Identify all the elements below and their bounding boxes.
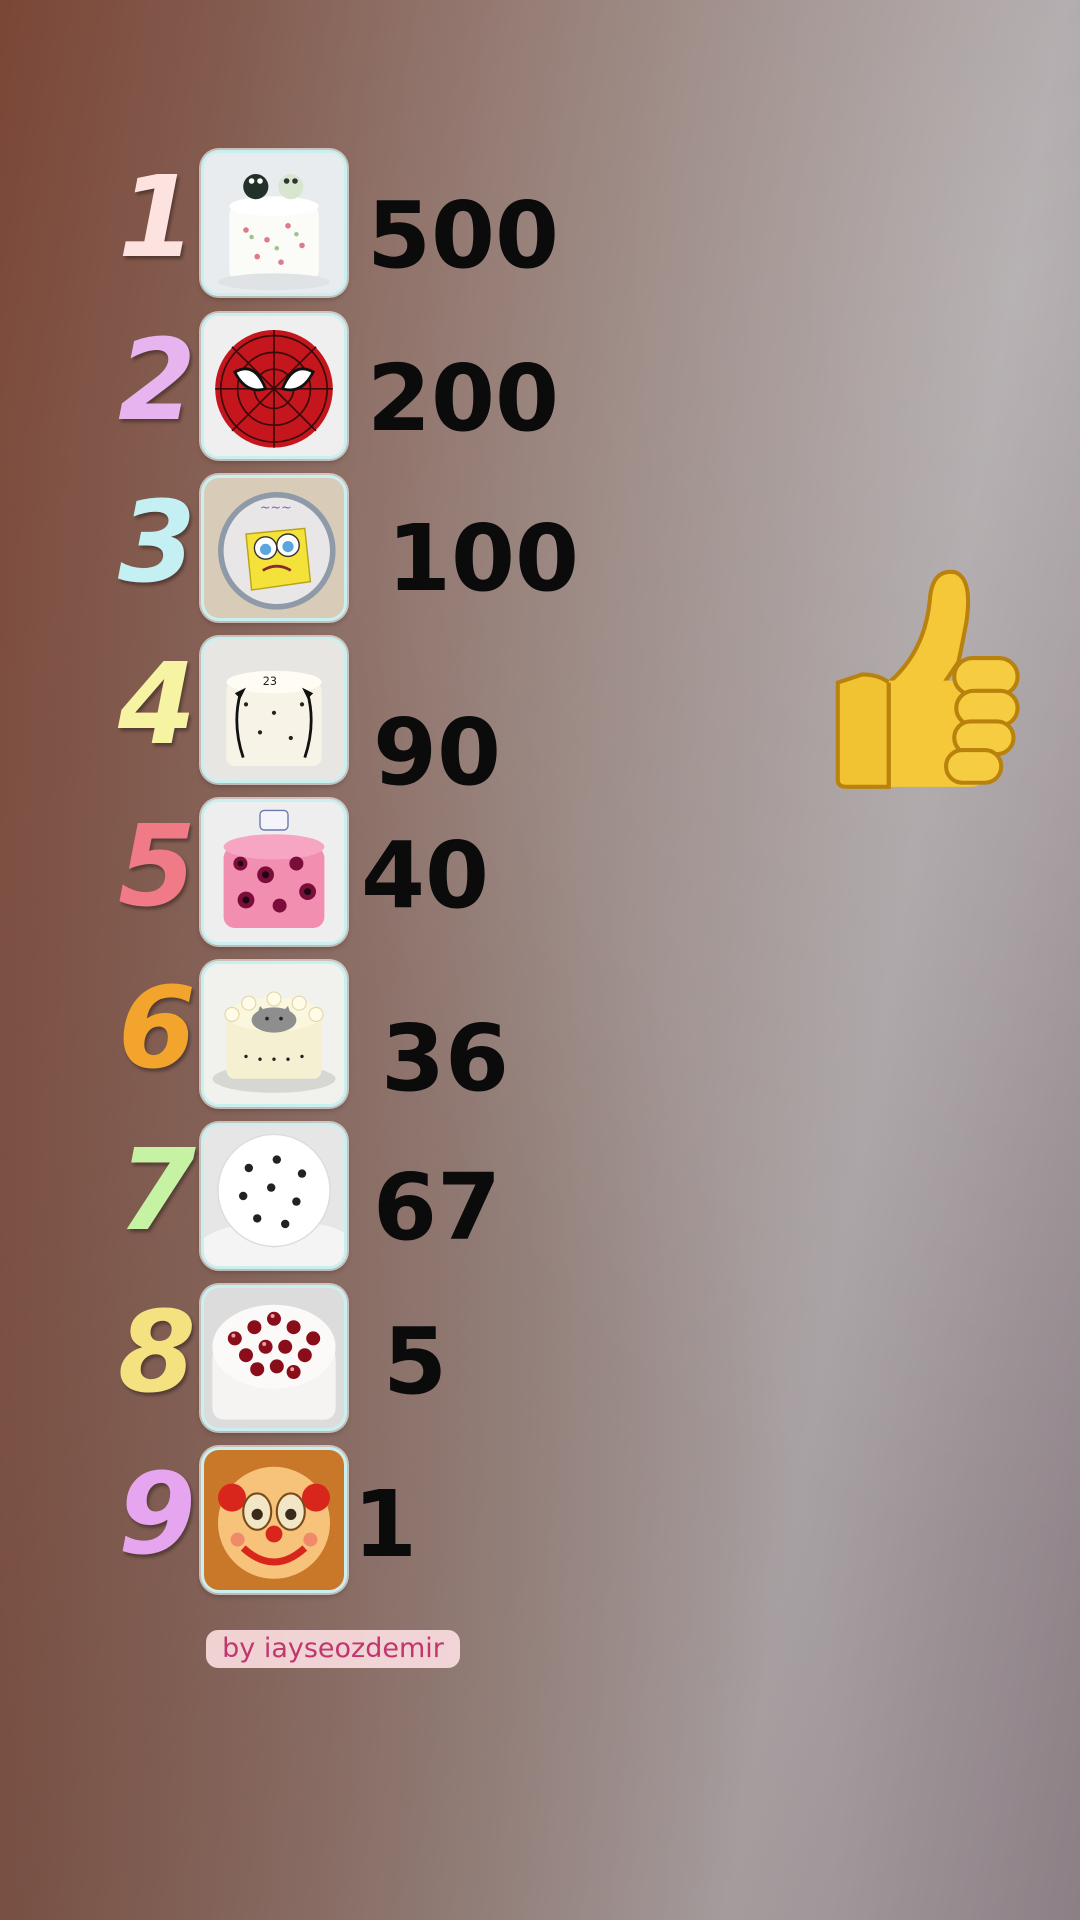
ranking-row-1: 1 500 [0, 150, 700, 300]
rank-number: 5 [118, 802, 196, 932]
ranking-row-9: 9 1 [0, 1447, 700, 1597]
ranking-row-3: 3 ~~~ 100 [0, 475, 700, 625]
leopard-cake-icon [201, 799, 347, 945]
cherry-cake-icon [201, 1285, 347, 1431]
ranking-row-2: 2 200 [0, 313, 700, 463]
score-value: 200 [367, 345, 560, 452]
svg-text:~~~: ~~~ [260, 500, 292, 515]
spiderman-cake-icon [201, 313, 347, 459]
rank-number: 2 [118, 316, 196, 446]
rank-number: 4 [118, 640, 196, 770]
score-value: 36 [381, 1005, 510, 1112]
score-value: 1 [353, 1471, 418, 1578]
score-value: 67 [373, 1154, 502, 1261]
ranking-row-5: 5 40 [0, 799, 700, 949]
svg-text:23: 23 [263, 675, 277, 688]
ranking-row-6: 6 36 [0, 961, 700, 1111]
score-value: 500 [367, 182, 560, 289]
bow-cake-icon: 23 [201, 637, 347, 783]
rank-number: 3 [118, 478, 196, 608]
clown-cake-icon [201, 1447, 347, 1593]
rank-number: 9 [118, 1450, 196, 1580]
ranking-row-7: 7 67 [0, 1123, 700, 1273]
rank-number: 6 [118, 964, 196, 1094]
rank-number: 1 [118, 153, 196, 283]
ranking-row-8: 8 5 [0, 1285, 700, 1435]
rank-number: 7 [118, 1126, 196, 1256]
score-value: 40 [361, 822, 490, 929]
paw-print-cake-icon [201, 1123, 347, 1269]
score-value: 5 [383, 1308, 448, 1415]
thumbs-up-icon [812, 560, 1027, 795]
score-value: 90 [373, 699, 502, 806]
cat-cake-icon [201, 961, 347, 1107]
spongebob-cake-icon: ~~~ [201, 475, 347, 621]
frog-cake-icon [201, 150, 347, 296]
ranking-row-4: 4 23 90 [0, 637, 700, 799]
score-value: 100 [387, 505, 580, 612]
creator-credit-badge: by iayseozdemir [206, 1630, 460, 1668]
rank-number: 8 [118, 1288, 196, 1418]
